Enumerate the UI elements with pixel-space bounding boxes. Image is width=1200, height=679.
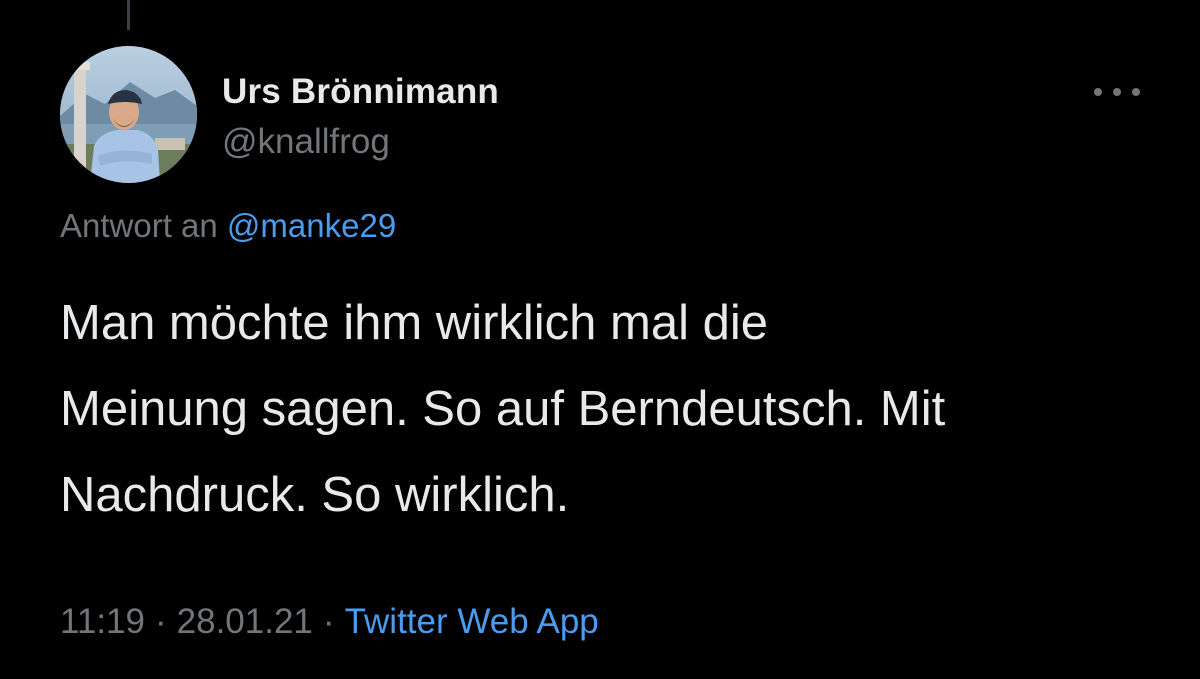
reply-mention-link[interactable]: @manke29 xyxy=(227,207,396,244)
author-display-name[interactable]: Urs Brönnimann xyxy=(222,72,499,112)
more-horizontal-icon-dot xyxy=(1113,88,1121,96)
more-options-button[interactable] xyxy=(1094,80,1140,104)
tweet-source-link[interactable]: Twitter Web App xyxy=(345,602,599,641)
reply-context: Antwort an @manke29 xyxy=(60,207,396,245)
tweet-text: Man möchte ihm wirklich mal die Meinung … xyxy=(60,280,1150,538)
tweet-text-line: Meinung sagen. So auf Berndeutsch. Mit xyxy=(60,382,946,436)
tweet-text-line: Nachdruck. So wirklich. xyxy=(60,468,570,522)
tweet-time[interactable]: 11:19 xyxy=(60,602,145,641)
meta-separator: · xyxy=(322,602,335,641)
meta-separator: · xyxy=(155,602,167,641)
tweet-meta: 11:19 · 28.01.21 · Twitter Web App xyxy=(60,602,599,642)
thread-connector-line xyxy=(127,0,130,30)
tweet-text-line: Man möchte ihm wirklich mal die xyxy=(60,296,768,350)
avatar-photo xyxy=(60,46,197,183)
more-horizontal-icon-dot xyxy=(1132,88,1140,96)
tweet-date[interactable]: 28.01.21 xyxy=(177,602,313,641)
reply-prefix: Antwort an xyxy=(60,207,218,244)
more-horizontal-icon xyxy=(1094,88,1102,96)
avatar[interactable] xyxy=(60,46,197,183)
author-handle[interactable]: @knallfrog xyxy=(222,122,390,162)
